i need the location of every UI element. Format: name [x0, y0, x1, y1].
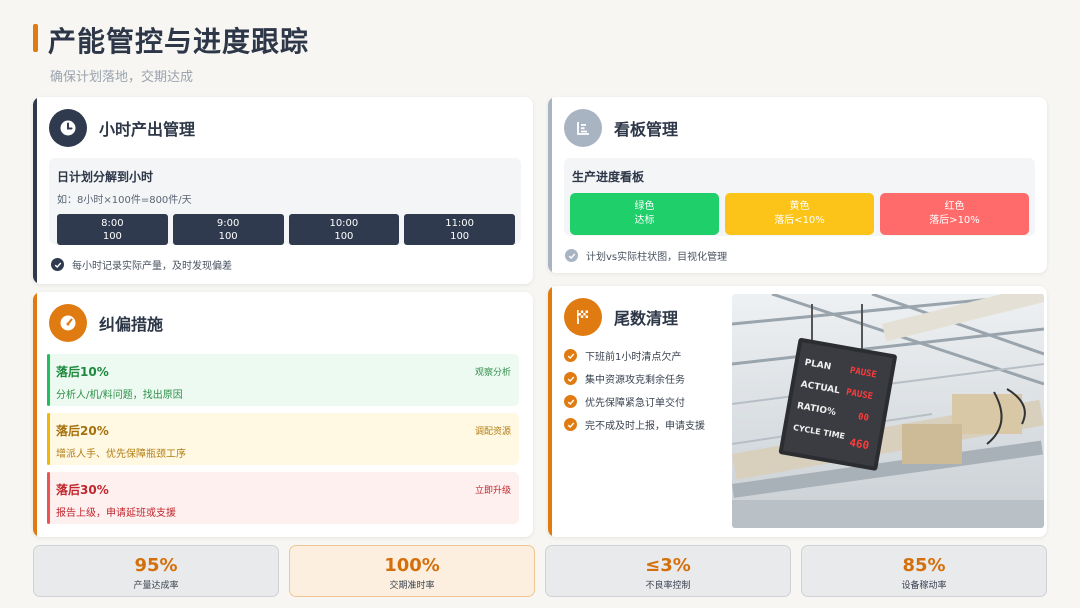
page-title: 产能管控与进度跟踪: [48, 25, 310, 58]
flag-icon: [564, 298, 602, 336]
status-lights: 绿色 达标 黄色 落后<10% 红色 落后>10%: [570, 193, 1029, 235]
card-title: 尾数清理: [614, 309, 679, 328]
tail-clearing-card: 尾数清理 下班前1小时清点欠产 集中资源攻克剩余任务 优先保障紧急订单交付 完不…: [548, 286, 1047, 537]
check-icon: [564, 418, 577, 431]
status-badge: 观察分析: [474, 368, 511, 378]
check-icon: [564, 349, 577, 362]
kpi-on-time-delivery: 100% 交期准时率: [289, 545, 535, 597]
factory-production-board-photo: PLAN ACTUAL RATIO% CYCLE TIME PAUSE PAUS…: [732, 294, 1044, 528]
hourly-plan-box: 日计划分解到小时 如：8小时×100件=800件/天 8:00 100 9:00 1…: [49, 158, 521, 245]
kpi-defect-rate: ≤3% 不良率控制: [545, 545, 791, 597]
check-icon: [565, 249, 578, 262]
list-item: 下班前1小时清点欠产: [564, 348, 681, 363]
hour-slot: 10:00 100: [288, 214, 400, 245]
status-badge: 调配资源: [474, 427, 511, 437]
correction-card: 纠偏措施 落后10% 分析人/机/料问题，找出原因 观察分析 落后20% 增派人…: [33, 292, 533, 537]
kanban-note: 计划vs实际柱状图，目视化管理: [565, 248, 727, 263]
card-title: 小时产出管理: [99, 120, 196, 139]
check-icon: [51, 258, 64, 271]
kpi-output-achievement: 95% 产量达成率: [33, 545, 279, 597]
bar-chart-icon: [564, 109, 602, 147]
status-light-green: 绿色 达标: [570, 193, 719, 235]
hourly-output-card: 小时产出管理 日计划分解到小时 如：8小时×100件=800件/天 8:00 10…: [33, 97, 533, 284]
list-item: 完不成及时上报，申请支援: [564, 417, 705, 432]
status-light-yellow: 黄色 落后<10%: [725, 193, 874, 235]
kanban-card: 看板管理 生产进度看板 绿色 达标 黄色 落后<10% 红色 落后>10% 计划vs实…: [548, 97, 1047, 273]
board-value: 00: [857, 412, 869, 424]
kanban-board-box: 生产进度看板 绿色 达标 黄色 落后<10% 红色 落后>10%: [564, 158, 1035, 236]
hour-slot: 9:00 100: [172, 214, 284, 245]
title-accent-bar: [33, 24, 38, 52]
deviation-level-20: 落后20% 增派人手、优先保障瓶颈工序 调配资源: [47, 413, 519, 465]
check-icon: [564, 372, 577, 385]
hour-slot: 11:00 100: [404, 214, 515, 245]
hourly-note: 每小时记录实际产量，及时发现偏差: [51, 257, 232, 272]
status-light-red: 红色 落后>10%: [880, 193, 1029, 235]
hour-slots: 8:00 100 9:00 100 10:00 100 11:00 100: [57, 214, 515, 245]
box-title: 生产进度看板: [572, 170, 645, 184]
clock-icon: [49, 109, 87, 147]
deviation-level-10: 落后10% 分析人/机/料问题，找出原因 观察分析: [47, 354, 519, 406]
deviation-level-30: 落后30% 报告上级，申请延班或支援 立即升级: [47, 472, 519, 524]
hour-slot: 8:00 100: [57, 214, 168, 245]
kpi-equipment-utilization: 85% 设备稼动率: [801, 545, 1047, 597]
card-title: 纠偏措施: [99, 315, 164, 334]
check-icon: [564, 395, 577, 408]
status-badge: 立即升级: [474, 486, 511, 496]
card-title: 看板管理: [614, 120, 679, 139]
list-item: 优先保障紧急订单交付: [564, 394, 685, 409]
page-subtitle: 确保计划落地，交期达成: [50, 70, 194, 85]
box-example: 如：8小时×100件=800件/天: [57, 195, 192, 206]
gauge-icon: [49, 304, 87, 342]
list-item: 集中资源攻克剩余任务: [564, 371, 685, 386]
box-title: 日计划分解到小时: [57, 170, 154, 184]
